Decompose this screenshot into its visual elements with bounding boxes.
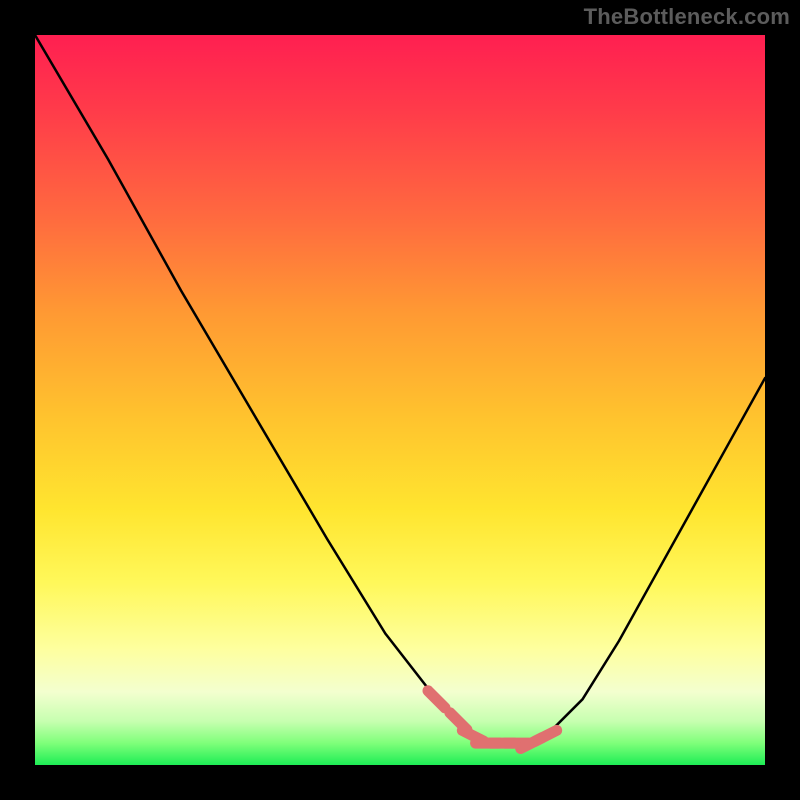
watermark-text: TheBottleneck.com (584, 4, 790, 30)
main-curve (35, 35, 765, 743)
marker-group (428, 691, 557, 749)
chart-frame: TheBottleneck.com (0, 0, 800, 800)
marker-dash (428, 691, 445, 708)
marker-dash (535, 730, 556, 741)
curve-layer (35, 35, 765, 765)
plot-area (35, 35, 765, 765)
curve-path (35, 35, 765, 743)
